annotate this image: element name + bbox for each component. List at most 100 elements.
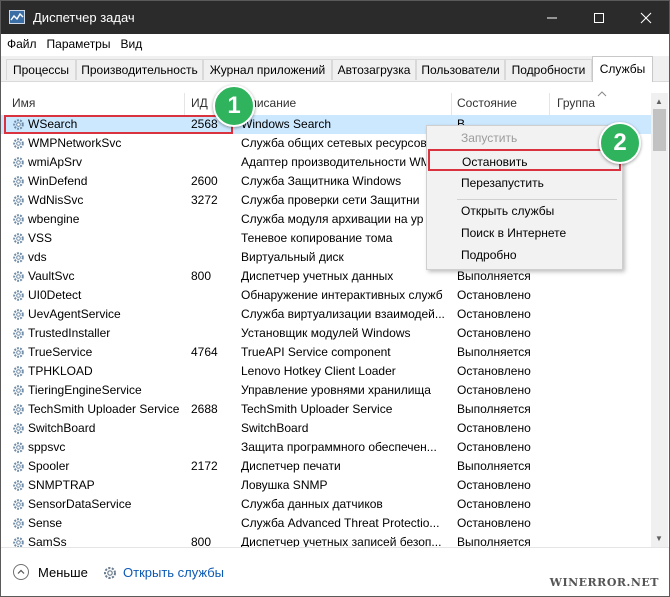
tab-app-history[interactable]: Журнал приложений: [203, 59, 332, 80]
scrollbar-thumb[interactable]: [653, 109, 666, 151]
service-name: Spooler: [28, 459, 70, 473]
column-divider[interactable]: [184, 93, 185, 115]
minimize-button[interactable]: [529, 1, 575, 34]
table-row[interactable]: UI0Detect Обнаружение интерактивных служб…: [1, 286, 651, 305]
table-header: Имя ИД Описание Состояние Группа: [1, 91, 651, 116]
tab-processes[interactable]: Процессы: [6, 59, 76, 80]
menu-options[interactable]: Параметры: [41, 34, 115, 51]
fewer-details-button[interactable]: Меньше: [38, 565, 88, 580]
service-gear-icon: [13, 138, 24, 149]
service-status: Выполняется: [457, 345, 531, 359]
service-name: UI0Detect: [28, 288, 82, 302]
table-row[interactable]: SNMPTRAP Ловушка SNMP Остановлено: [1, 476, 651, 495]
service-gear-icon: [13, 157, 24, 168]
service-description: Служба данных датчиков: [241, 497, 383, 511]
service-status: Остановлено: [457, 421, 531, 435]
service-pid: 2600: [191, 174, 218, 188]
table-row[interactable]: Spooler 2172 Диспетчер печати Выполняется: [1, 457, 651, 476]
menu-item-details[interactable]: Подробно: [427, 244, 622, 266]
column-pid[interactable]: ИД: [191, 96, 208, 110]
table-row[interactable]: SensorDataService Служба данных датчиков О…: [1, 495, 651, 514]
service-gear-icon: [13, 461, 24, 472]
service-gear-icon: [13, 252, 24, 263]
service-gear-icon: [13, 271, 24, 282]
service-description: Служба модуля архивации на ур: [241, 212, 424, 226]
service-gear-icon: [13, 366, 24, 377]
scroll-up-icon[interactable]: ▲: [655, 97, 663, 106]
tab-startup[interactable]: Автозагрузка: [332, 59, 416, 80]
table-row[interactable]: Sense Служба Advanced Threat Protectio...…: [1, 514, 651, 533]
tab-users[interactable]: Пользователи: [416, 59, 505, 80]
service-name: Sense: [28, 516, 63, 530]
maximize-button[interactable]: [576, 1, 622, 34]
table-row[interactable]: TechSmith Uploader Service 2688 TechSmith …: [1, 400, 651, 419]
service-name: SamSs: [28, 535, 67, 547]
menu-file[interactable]: Файл: [1, 34, 41, 51]
service-description: Ловушка SNMP: [241, 478, 328, 492]
footer-bar: Меньше Открыть службы WINERROR.NET: [1, 547, 669, 596]
table-row[interactable]: SwitchBoard SwitchBoard Остановлено: [1, 419, 651, 438]
service-gear-icon: [13, 385, 24, 396]
table-row[interactable]: TrueService 4764 TrueAPI Service component…: [1, 343, 651, 362]
vertical-scrollbar[interactable]: ▲ ▼: [651, 93, 668, 547]
service-description: Диспетчер учетных данных: [241, 269, 394, 283]
chevron-up-circle-icon[interactable]: [13, 564, 29, 580]
service-name: TrustedInstaller: [28, 326, 111, 340]
column-group[interactable]: Группа: [557, 96, 595, 110]
table-row[interactable]: TrustedInstaller Установщик модулей Windo…: [1, 324, 651, 343]
tab-services[interactable]: Службы: [592, 56, 653, 82]
table-row[interactable]: sppsvc Защита программного обеспечен... Ос…: [1, 438, 651, 457]
service-description: Обнаружение интерактивных служб: [241, 288, 443, 302]
service-description: Служба Защитника Windows: [241, 174, 402, 188]
service-gear-icon: [13, 404, 24, 415]
column-status[interactable]: Состояние: [457, 96, 517, 110]
column-divider[interactable]: [549, 93, 550, 115]
service-name: SensorDataService: [28, 497, 132, 511]
scroll-down-icon[interactable]: ▼: [655, 534, 663, 543]
service-status: Выполняется: [457, 535, 531, 547]
service-status: Остановлено: [457, 497, 531, 511]
tab-details[interactable]: Подробности: [505, 59, 592, 80]
service-status: Выполняется: [457, 459, 531, 473]
task-manager-app-icon: [9, 10, 25, 24]
service-gear-icon: [13, 442, 24, 453]
service-name: sppsvc: [28, 440, 66, 454]
service-pid: 800: [191, 269, 212, 283]
table-row[interactable]: SamSs 800 Диспетчер учетных записей безоп.…: [1, 533, 651, 547]
step-badge-1: 1: [213, 85, 255, 127]
service-gear-icon: [13, 290, 24, 301]
table-row[interactable]: TieringEngineService Управление уровнями …: [1, 381, 651, 400]
service-status: Остановлено: [457, 307, 531, 321]
table-row[interactable]: UevAgentService Служба виртуализации взаи…: [1, 305, 651, 324]
service-gear-icon: [13, 233, 24, 244]
open-services-link[interactable]: Открыть службы: [123, 565, 224, 580]
title-bar[interactable]: Диспетчер задач: [1, 1, 669, 34]
service-status: Выполняется: [457, 402, 531, 416]
column-divider[interactable]: [451, 93, 452, 115]
service-status: Остановлено: [457, 516, 531, 530]
sort-chevron-up-icon: [597, 91, 607, 97]
service-name: vds: [28, 250, 47, 264]
menu-item-stop[interactable]: Остановить: [428, 149, 621, 171]
service-gear-icon: [13, 347, 24, 358]
service-gear-icon: [13, 423, 24, 434]
menu-item-restart[interactable]: Перезапустить: [427, 172, 622, 194]
service-name: WMPNetworkSvc: [28, 136, 122, 150]
menu-item-search-online[interactable]: Поиск в Интернете: [427, 222, 622, 244]
tab-performance[interactable]: Производительность: [76, 59, 203, 80]
service-pid: 800: [191, 535, 212, 547]
menu-item-open-services[interactable]: Открыть службы: [427, 200, 622, 222]
task-manager-window: Диспетчер задач Файл Параметры Вид Процесс…: [0, 0, 670, 597]
service-name: VaultSvc: [28, 269, 75, 283]
menu-view[interactable]: Вид: [114, 34, 146, 51]
close-button[interactable]: [623, 1, 669, 34]
column-name[interactable]: Имя: [12, 96, 35, 110]
service-description: TrueAPI Service component: [241, 345, 391, 359]
service-gear-icon: [13, 480, 24, 491]
service-name: TPHKLOAD: [28, 364, 93, 378]
table-row[interactable]: TPHKLOAD Lenovo Hotkey Client Loader Остан…: [1, 362, 651, 381]
maximize-icon: [594, 12, 604, 23]
service-gear-icon: [13, 214, 24, 225]
service-gear-icon: [13, 499, 24, 510]
service-name: SNMPTRAP: [28, 478, 95, 492]
